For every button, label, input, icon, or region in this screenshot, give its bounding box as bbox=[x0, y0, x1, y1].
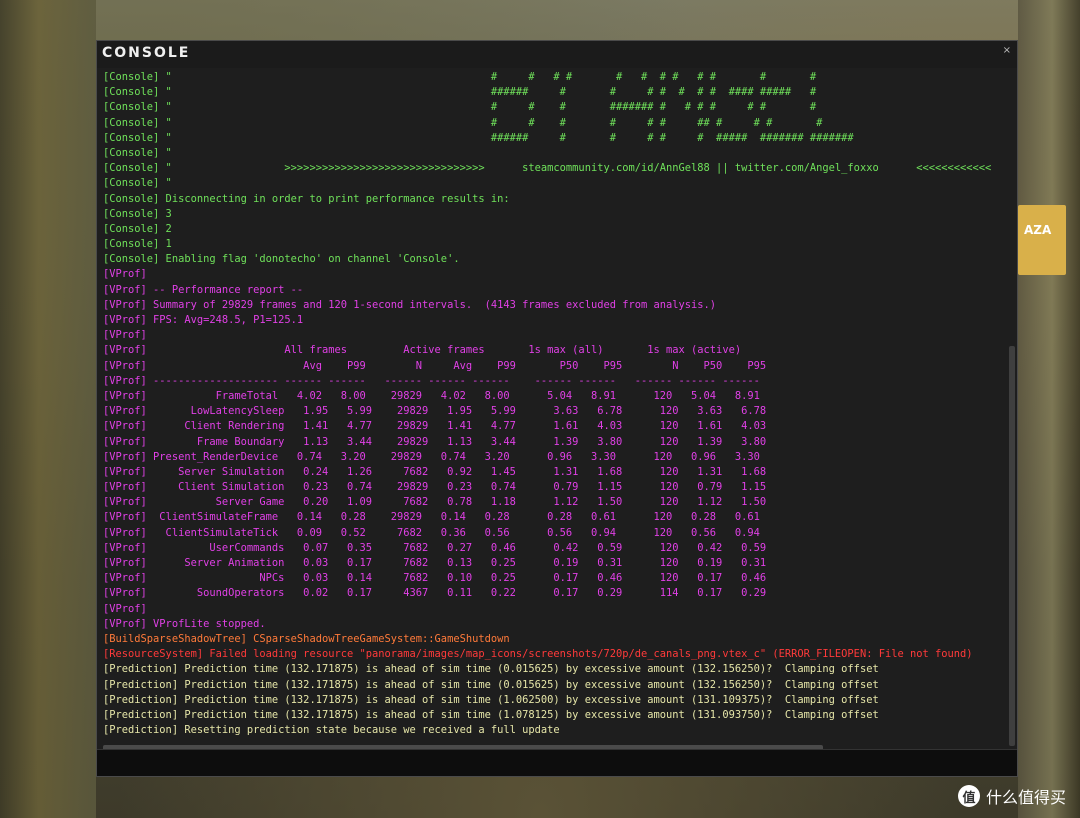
log-line-vprof: [VProf] Client Rendering 1.41 4.77 29829… bbox=[103, 420, 767, 433]
log-line-vprof: [VProf] bbox=[103, 268, 147, 281]
log-line-console: [Console] 3 bbox=[103, 207, 172, 220]
background-sign: AZA bbox=[1018, 205, 1066, 275]
log-line-console: [Console] " # # # # # # ## # # # # bbox=[103, 116, 823, 129]
log-line-vprof: [VProf] VProfLite stopped. bbox=[103, 617, 266, 630]
log-line-vprof: [VProf] FPS: Avg=248.5, P1=125.1 bbox=[103, 314, 304, 326]
watermark-logo-icon: 值 bbox=[957, 785, 980, 807]
console-command-input[interactable] bbox=[97, 750, 1017, 776]
log-line-vprof: [VProf] -- Performance report -- bbox=[103, 283, 304, 296]
log-line-vprof: [VProf] NPCs 0.03 0.14 7682 0.10 0.25 0.… bbox=[103, 572, 767, 585]
log-line-prediction: [Prediction] Prediction time (132.171875… bbox=[103, 663, 879, 676]
log-line-vprof: [VProf] Server Game 0.20 1.09 7682 0.78 … bbox=[103, 496, 767, 509]
log-line-console: [Console] 1 bbox=[103, 238, 172, 251]
log-line-vprof: [VProf] Server Animation 0.03 0.17 7682 … bbox=[103, 557, 767, 569]
background-sign-text: AZA bbox=[1024, 223, 1052, 237]
log-line-vprof: [VProf] UserCommands 0.07 0.35 7682 0.27… bbox=[103, 541, 767, 554]
log-line-vprof: [VProf] Frame Boundary 1.13 3.44 29829 1… bbox=[103, 435, 767, 448]
log-line-vprof: [VProf] -------------------- ------ ----… bbox=[103, 374, 760, 387]
log-line-vprof: [VProf] Summary of 29829 frames and 120 … bbox=[103, 298, 717, 311]
log-line-prediction: [Prediction] Prediction time (132.171875… bbox=[103, 708, 879, 721]
log-line-vprof: [VProf] ClientSimulateTick 0.09 0.52 768… bbox=[103, 526, 760, 539]
log-line-prediction: [Prediction] Prediction time (132.171875… bbox=[103, 693, 879, 706]
console-input-bar bbox=[97, 749, 1017, 776]
log-line-console: [Console] " ###### # # # # # ##### #####… bbox=[103, 131, 854, 144]
log-line-vprof: [VProf] All frames Active frames 1s max … bbox=[103, 344, 742, 357]
close-icon[interactable]: × bbox=[1003, 45, 1011, 56]
log-line-console: [Console] 2 bbox=[103, 222, 172, 235]
log-line-console: [Console] Enabling flag 'donotecho' on c… bbox=[103, 253, 460, 266]
log-line-vprof: [VProf] ClientSimulateFrame 0.14 0.28 29… bbox=[103, 511, 760, 524]
log-line-console: [Console] " # # # ####### # # # # # # # bbox=[103, 101, 817, 114]
console-window: CONSOLE × [Console] " # # # # # # # # # … bbox=[96, 40, 1018, 777]
log-line-console: [Console] " bbox=[103, 177, 172, 190]
log-line-console: [Console] " # # # # # # # # # # # # bbox=[103, 71, 817, 83]
log-line-console: [Console] " bbox=[103, 146, 172, 159]
console-log[interactable]: [Console] " # # # # # # # # # # # # [Cons… bbox=[103, 70, 1011, 745]
console-title: CONSOLE bbox=[102, 45, 191, 61]
log-line-prediction: [Prediction] Prediction time (132.171875… bbox=[103, 678, 879, 691]
log-line-vprof: [VProf] bbox=[103, 329, 147, 342]
background-foliage-left bbox=[0, 0, 96, 818]
log-line-console: [Console] " ###### # # # # # # # #### ##… bbox=[103, 86, 817, 99]
watermark-text: 什么值得买 bbox=[985, 788, 1066, 807]
log-line-resource: [ResourceSystem] Failed loading resource… bbox=[103, 648, 973, 661]
vertical-scrollbar[interactable] bbox=[1009, 346, 1015, 746]
log-line-vprof: [VProf] bbox=[103, 602, 147, 615]
log-line-console: [Console] Disconnecting in order to prin… bbox=[103, 192, 510, 205]
log-line-vprof: [VProf] SoundOperators 0.02 0.17 4367 0.… bbox=[103, 587, 767, 600]
console-titlebar[interactable]: CONSOLE × bbox=[97, 41, 1017, 68]
watermark: 值 什么值得买 bbox=[957, 784, 1066, 808]
log-line-vprof: [VProf] LowLatencySleep 1.95 5.99 29829 … bbox=[103, 405, 767, 418]
log-line-vprof: [VProf] Client Simulation 0.23 0.74 2982… bbox=[103, 481, 767, 494]
log-line-console: [Console] " >>>>>>>>>>>>>>>>>>>>>>>>>>>>… bbox=[103, 162, 992, 175]
log-line-vprof: [VProf] FrameTotal 4.02 8.00 29829 4.02 … bbox=[103, 389, 760, 402]
log-line-prediction: [Prediction] Resetting prediction state … bbox=[103, 724, 560, 737]
background-wall-right bbox=[1018, 0, 1080, 818]
log-line-build: [BuildSparseShadowTree] CSparseShadowTre… bbox=[103, 632, 510, 645]
log-line-vprof: [VProf] Avg P99 N Avg P99 P50 P95 N P50 … bbox=[103, 359, 767, 372]
log-line-vprof: [VProf] Server Simulation 0.24 1.26 7682… bbox=[103, 465, 767, 478]
log-line-vprof: [VProf] Present_RenderDevice 0.74 3.20 2… bbox=[103, 450, 760, 463]
